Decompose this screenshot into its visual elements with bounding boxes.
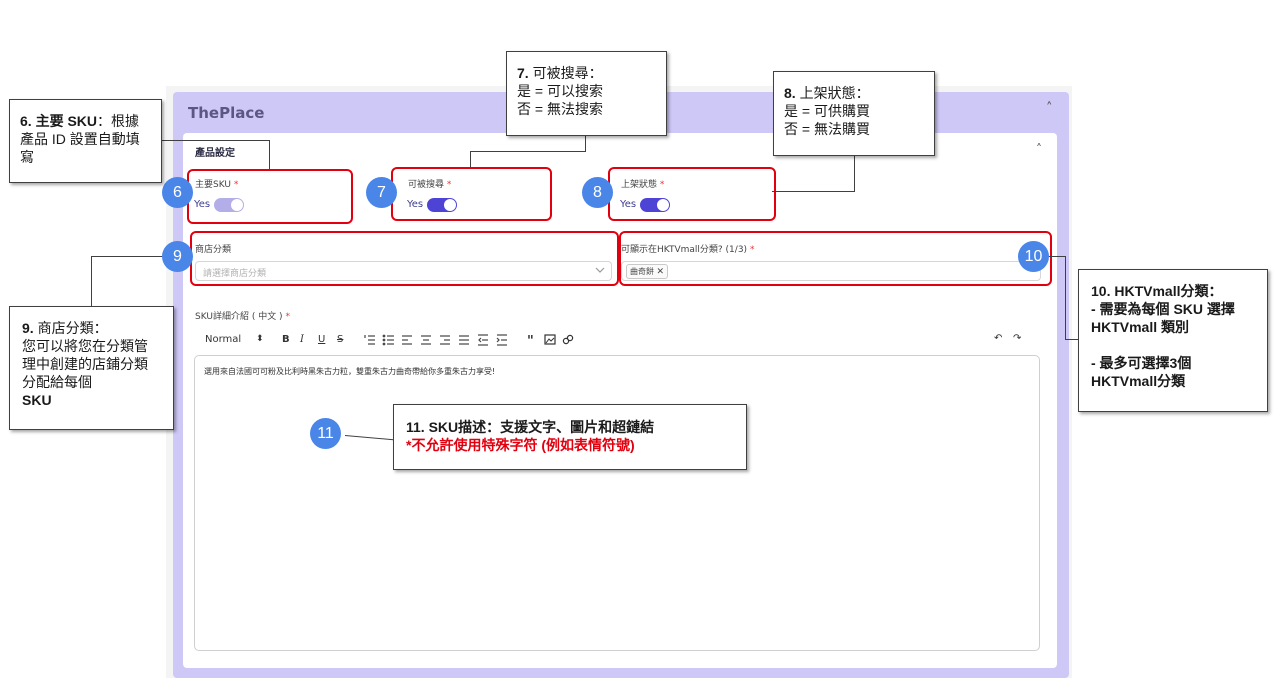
align-justify-icon[interactable] xyxy=(459,335,469,345)
indent-icon[interactable] xyxy=(496,334,507,346)
marker-7: 7 xyxy=(366,177,397,208)
connector-line xyxy=(470,151,586,152)
align-left-icon[interactable] xyxy=(402,335,412,345)
editor-insert-icons: " xyxy=(527,334,574,346)
connector-line xyxy=(1048,256,1066,257)
section-title: 產品設定 xyxy=(195,148,235,159)
connector-line xyxy=(585,135,586,152)
strike-button[interactable]: S xyxy=(337,334,343,345)
panel-collapse-icon[interactable]: ˄ xyxy=(1046,101,1053,116)
marker-6: 6 xyxy=(162,177,193,208)
format-select[interactable]: Normal xyxy=(205,334,241,345)
highlight-main-sku xyxy=(187,169,353,224)
connector-line xyxy=(772,191,855,192)
align-center-icon[interactable] xyxy=(421,335,431,345)
connector-line xyxy=(91,256,92,306)
bold-button[interactable]: B xyxy=(282,334,290,345)
marker-9: 9 xyxy=(162,241,193,272)
image-icon[interactable] xyxy=(544,334,556,345)
quote-icon[interactable]: " xyxy=(527,334,534,346)
section-collapse-icon[interactable]: ˄ xyxy=(1036,142,1042,156)
align-right-icon[interactable] xyxy=(440,335,450,345)
format-arrows-icon: ⬍ xyxy=(256,334,264,344)
highlight-store-category xyxy=(190,231,619,286)
sku-desc-content: 選用來自法國可可粉及比利時黑朱古力粒，雙重朱古力曲奇帶給你多重朱古力享受! xyxy=(204,367,496,376)
callout-6: 6. 主要 SKU：根據產品 ID 設置自動填寫 xyxy=(9,99,162,183)
highlight-searchable xyxy=(391,167,552,221)
italic-button[interactable]: I xyxy=(300,334,304,345)
callout-7: 7. 可被搜尋： 是 = 可以搜索 否 = 無法搜索 xyxy=(506,51,667,136)
callout-10: 10. HKTVmall分類： - 需要為每個 SKU 選擇 HKTVmall … xyxy=(1078,269,1268,412)
connector-line xyxy=(155,140,270,141)
outdent-icon[interactable] xyxy=(478,334,488,346)
connector-line xyxy=(470,151,471,167)
marker-8: 8 xyxy=(582,177,613,208)
sku-desc-label: SKU詳細介紹 ( 中文 ) * xyxy=(195,312,290,322)
highlight-online-status xyxy=(608,167,776,221)
connector-line xyxy=(269,140,270,169)
highlight-hktv-category xyxy=(619,231,1052,286)
sku-desc-editor[interactable] xyxy=(194,355,1040,651)
callout-9: 9. 商店分類： 您可以將您在分類管理中創建的店鋪分類分配給每個 SKU xyxy=(9,306,174,430)
callout-11: 11. SKU描述：支援文字、圖片和超鏈結 *不允許使用特殊字符 (例如表情符號… xyxy=(393,404,747,470)
editor-toolbar-icons xyxy=(364,334,507,346)
marker-11: 11 xyxy=(310,418,341,449)
svg-text:": " xyxy=(527,334,534,346)
bullet-list-icon[interactable] xyxy=(382,334,394,346)
marker-10: 10 xyxy=(1018,241,1049,272)
redo-icon[interactable]: ↷ xyxy=(1013,333,1021,344)
connector-line xyxy=(854,155,855,192)
ordered-list-icon[interactable] xyxy=(364,335,375,345)
undo-icon[interactable]: ↶ xyxy=(994,333,1002,344)
underline-button[interactable]: U xyxy=(318,334,325,345)
connector-line xyxy=(1065,256,1066,340)
connector-line xyxy=(1065,339,1078,340)
callout-8: 8. 上架狀態： 是 = 可供購買 否 = 無法購買 xyxy=(773,71,935,156)
link-icon[interactable] xyxy=(562,334,574,345)
panel-title: ThePlace xyxy=(188,104,265,122)
